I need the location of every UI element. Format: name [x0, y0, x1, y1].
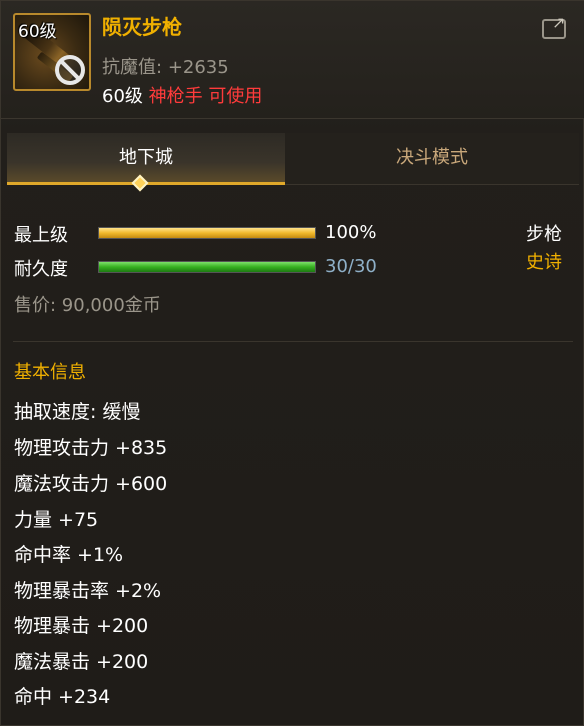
item-header: 60级 陨灭步枪 抗魔值: +2635 60级 神枪手 可使用 ↗: [1, 1, 584, 119]
durability-bar: [98, 261, 316, 273]
attr-line: 魔法暴击 +200: [14, 651, 149, 673]
section-title-basic-info: 基本信息: [14, 362, 86, 383]
item-level-tag: 60级: [18, 22, 57, 42]
attr-line: 命中率 +1%: [14, 544, 124, 566]
attr-line: 抽取速度: 缓慢: [14, 401, 141, 423]
requirement-level: 60级: [102, 86, 143, 107]
durability-label: 耐久度: [14, 259, 68, 280]
attr-line: 命中 +234: [14, 686, 111, 708]
attr-line: 物理攻击力 +835: [14, 437, 168, 459]
attr-line: 物理暴击率 +2%: [14, 580, 162, 602]
level-value: 100%: [325, 222, 377, 243]
attr-line: 魔法攻击力 +600: [14, 473, 168, 495]
attr-line: 力量 +75: [14, 509, 99, 531]
requirement-class: 神枪手 可使用: [148, 86, 263, 107]
share-icon[interactable]: ↗: [542, 15, 570, 39]
mode-tabs: 地下城 决斗模式: [7, 133, 579, 185]
divider: [13, 341, 573, 342]
level-bar-fill: [99, 228, 315, 238]
magic-resist: 抗魔值: +2635: [102, 53, 229, 79]
tab-pvp[interactable]: 决斗模式: [285, 133, 579, 185]
forbidden-icon: [55, 55, 85, 85]
item-name: 陨灭步枪: [102, 15, 182, 39]
level-label: 最上级: [14, 225, 68, 246]
tab-dungeon[interactable]: 地下城: [7, 133, 285, 185]
durability-bar-fill: [99, 262, 315, 272]
rifle-icon: 60级: [13, 13, 91, 91]
requirement: 60级 神枪手 可使用: [102, 82, 262, 108]
durability-value: 30/30: [325, 256, 377, 277]
item-tooltip-panel: 60级 陨灭步枪 抗魔值: +2635 60级 神枪手 可使用 ↗ 地下城 决斗…: [0, 0, 584, 726]
attr-line: 物理暴击 +200: [14, 615, 149, 637]
magic-resist-value: +2635: [167, 57, 229, 78]
rarity: 史诗: [526, 252, 562, 273]
weapon-type: 步枪: [526, 224, 562, 245]
sell-price: 售价: 90,000金币: [14, 295, 161, 316]
magic-resist-label: 抗魔值:: [102, 57, 163, 78]
level-bar: [98, 227, 316, 239]
